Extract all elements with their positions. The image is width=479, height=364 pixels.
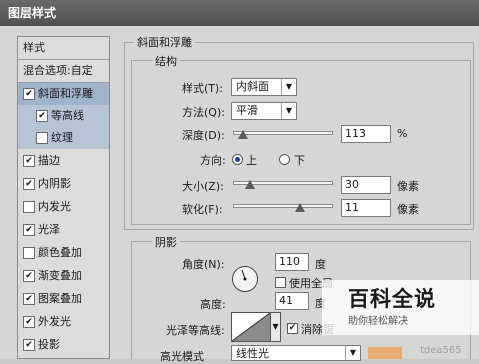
size-unit: 像素 xyxy=(397,180,419,193)
size-input[interactable]: 30 xyxy=(341,176,391,194)
direction-up-label: 上 xyxy=(246,154,257,167)
style-item-label: 图案叠加 xyxy=(38,292,82,305)
angle-value: 110 xyxy=(279,255,300,268)
gloss-contour-label: 光泽等高线: xyxy=(166,324,225,337)
depth-value: 113 xyxy=(345,127,366,140)
soften-slider-track[interactable] xyxy=(233,204,333,208)
checkbox-gradient-overlay[interactable]: ✔ xyxy=(23,270,35,282)
depth-label: 深度(D): xyxy=(182,129,225,142)
checkbox-contour[interactable]: ✔ xyxy=(36,110,48,122)
style-item-drop-shadow[interactable]: ✔ 投影 xyxy=(18,334,109,356)
angle-input[interactable]: 110 xyxy=(275,253,309,271)
gloss-contour-preview[interactable] xyxy=(231,312,271,342)
watermark-faint-text: tdea565 xyxy=(420,345,462,356)
checkbox-texture[interactable] xyxy=(36,132,48,144)
styles-list-panel: 样式 混合选项:自定 ✔ 斜面和浮雕 ✔ 等高线 纹理 ✔ 描边 ✔ 内阴影 内… xyxy=(17,36,110,359)
size-value: 30 xyxy=(345,178,359,191)
technique-select-value: 平滑 xyxy=(236,104,258,117)
technique-select[interactable]: 平滑 ▼ xyxy=(231,102,297,120)
soften-value: 11 xyxy=(345,201,359,214)
size-slider-handle[interactable] xyxy=(245,180,255,189)
style-item-contour[interactable]: ✔ 等高线 xyxy=(18,105,109,127)
style-item-label: 纹理 xyxy=(51,131,73,144)
depth-slider-handle[interactable] xyxy=(238,130,248,139)
checkbox-satin[interactable]: ✔ xyxy=(23,224,35,236)
soften-label: 软化(F): xyxy=(182,203,223,216)
direction-down-radio[interactable] xyxy=(279,154,290,165)
direction-label: 方向: xyxy=(200,154,226,167)
angle-label: 角度(N): xyxy=(182,258,225,271)
technique-label: 方法(Q): xyxy=(182,106,225,119)
style-item-label: 描边 xyxy=(38,154,60,167)
style-item-label: 渐变叠加 xyxy=(38,269,82,282)
soften-unit: 像素 xyxy=(397,203,419,216)
style-item-inner-shadow[interactable]: ✔ 内阴影 xyxy=(18,173,109,195)
blend-options-item[interactable]: 混合选项:自定 xyxy=(18,60,109,82)
dialog-title: 图层样式 xyxy=(8,6,57,20)
style-item-label: 内发光 xyxy=(38,200,71,213)
depth-input[interactable]: 113 xyxy=(341,125,391,143)
direction-up-radio[interactable] xyxy=(232,154,243,165)
highlight-color-swatch[interactable] xyxy=(368,347,402,359)
style-item-label: 外发光 xyxy=(38,315,71,328)
bevel-emboss-title: 斜面和浮雕 xyxy=(134,34,195,50)
style-item-label: 斜面和浮雕 xyxy=(38,87,93,100)
style-select-value: 内斜面 xyxy=(236,80,269,93)
style-item-color-overlay[interactable]: 颜色叠加 xyxy=(18,242,109,264)
angle-unit: 度 xyxy=(315,258,326,271)
checkbox-inner-shadow[interactable]: ✔ xyxy=(23,178,35,190)
anti-aliased-checkbox[interactable]: ✔ xyxy=(287,323,298,334)
checkbox-stroke[interactable]: ✔ xyxy=(23,155,35,167)
styles-header-label: 样式 xyxy=(23,41,45,54)
use-global-light-checkbox[interactable] xyxy=(275,277,286,288)
depth-unit: % xyxy=(397,127,408,140)
depth-slider-track[interactable] xyxy=(233,131,333,135)
style-item-outer-glow[interactable]: ✔ 外发光 xyxy=(18,311,109,333)
style-select[interactable]: 内斜面 ▼ xyxy=(231,78,297,96)
highlight-mode-label: 高光模式 xyxy=(160,350,204,363)
direction-down-label: 下 xyxy=(294,154,305,167)
angle-dial-graphic xyxy=(241,269,247,281)
style-item-inner-glow[interactable]: 内发光 xyxy=(18,196,109,218)
checkbox-inner-glow[interactable] xyxy=(23,201,35,213)
chevron-down-icon[interactable]: ▼ xyxy=(271,312,281,342)
style-item-gradient-overlay[interactable]: ✔ 渐变叠加 xyxy=(18,265,109,287)
style-label: 样式(T): xyxy=(182,82,224,95)
altitude-label: 高度: xyxy=(200,298,226,311)
style-item-label: 光泽 xyxy=(38,223,60,236)
style-item-label: 等高线 xyxy=(51,109,84,122)
soften-input[interactable]: 11 xyxy=(341,199,391,217)
altitude-input[interactable]: 41 xyxy=(275,292,309,310)
contour-curve-graphic xyxy=(232,313,270,341)
shading-title: 阴影 xyxy=(152,234,180,250)
style-item-label: 投影 xyxy=(38,338,60,351)
chevron-down-icon: ▼ xyxy=(281,79,296,95)
checkbox-outer-glow[interactable]: ✔ xyxy=(23,316,35,328)
style-item-label: 内阴影 xyxy=(38,177,71,190)
blend-options-label: 混合选项:自定 xyxy=(23,64,93,77)
checkbox-drop-shadow[interactable]: ✔ xyxy=(23,339,35,351)
style-item-pattern-overlay[interactable]: ✔ 图案叠加 xyxy=(18,288,109,310)
watermark-logo: 百科全说 xyxy=(348,287,436,311)
highlight-mode-value: 线性光 xyxy=(236,347,269,360)
style-item-texture[interactable]: 纹理 xyxy=(18,127,109,149)
altitude-value: 41 xyxy=(279,294,293,307)
angle-dial[interactable] xyxy=(232,266,258,292)
size-label: 大小(Z): xyxy=(182,180,224,193)
checkbox-pattern-overlay[interactable]: ✔ xyxy=(23,293,35,305)
dialog-title-bar: 图层样式 xyxy=(0,0,479,26)
checkbox-bevel-emboss[interactable]: ✔ xyxy=(23,88,35,100)
structure-title: 结构 xyxy=(152,53,180,69)
watermark-subtitle: 助你轻松解决 xyxy=(348,316,408,327)
style-item-satin[interactable]: ✔ 光泽 xyxy=(18,219,109,241)
checkbox-color-overlay[interactable] xyxy=(23,247,35,259)
style-item-bevel-emboss[interactable]: ✔ 斜面和浮雕 xyxy=(18,83,109,105)
styles-header[interactable]: 样式 xyxy=(18,37,109,59)
soften-slider-handle[interactable] xyxy=(295,203,305,212)
chevron-down-icon: ▼ xyxy=(345,346,360,360)
style-item-label: 颜色叠加 xyxy=(38,246,82,259)
style-item-stroke[interactable]: ✔ 描边 xyxy=(18,150,109,172)
chevron-down-icon: ▼ xyxy=(281,103,296,119)
